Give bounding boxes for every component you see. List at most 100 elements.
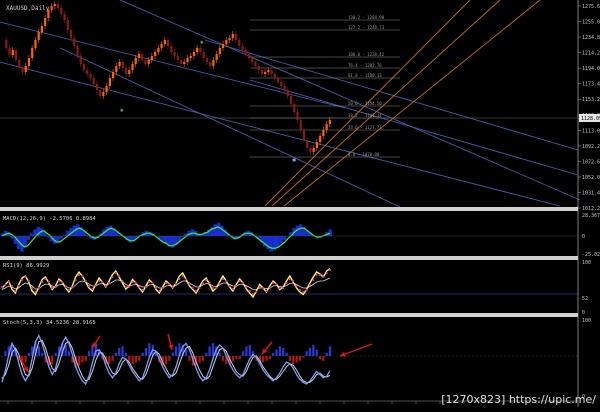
rsi-dot <box>245 285 248 289</box>
rsi-dot <box>151 281 154 285</box>
fib-level-label: 38.2 - 1141.14 <box>348 113 382 118</box>
rsi-dot <box>302 290 305 294</box>
rsi-dot <box>282 286 285 290</box>
rsi-dot <box>171 285 174 289</box>
price-tick-label: 1092.24 <box>582 144 600 150</box>
rsi-dot <box>161 286 164 290</box>
candle-body <box>66 20 69 30</box>
rsi-dot <box>87 284 91 288</box>
rsi-dot <box>285 281 288 285</box>
candle-body <box>273 74 276 78</box>
candle-body <box>196 48 199 52</box>
candle-body <box>89 74 92 78</box>
stoch-bar <box>54 352 57 356</box>
stoch-bar <box>141 352 144 356</box>
swing-marker: ✱ <box>199 39 204 46</box>
rsi-dot <box>188 282 191 286</box>
macd-tick-label: 28.367 <box>582 213 600 219</box>
stoch-bar <box>81 356 84 363</box>
candle-body <box>215 54 218 60</box>
stoch-bar <box>268 356 271 360</box>
candle-body <box>73 38 76 46</box>
candle-body <box>244 50 247 54</box>
candle-body <box>5 40 8 48</box>
stoch-bar <box>24 356 27 363</box>
separator-rsi-stoch[interactable] <box>0 313 578 317</box>
rsi-dot <box>201 281 204 285</box>
price-tick-label: 1214.24 <box>582 51 600 57</box>
rsi-dot <box>178 277 181 281</box>
rsi-dot <box>312 278 315 282</box>
candle-body <box>44 18 47 26</box>
candle-body <box>238 40 241 46</box>
rsi-dot <box>111 275 114 279</box>
stoch-bar <box>37 346 41 356</box>
fib-level-label: 61.8 - 1180.13 <box>348 73 382 78</box>
candle-body <box>293 104 296 112</box>
rsi-dot <box>118 274 121 278</box>
stoch-bar <box>201 356 205 361</box>
candle-body <box>176 56 179 60</box>
macd-label: MACD(12,26,9) -2.5706 0.8984 <box>3 216 96 222</box>
rsi-dot <box>225 279 228 283</box>
candle-body <box>251 58 254 62</box>
stoch-bar <box>235 356 238 360</box>
fib-level-label: 0.0 - 1078.00 <box>348 152 380 157</box>
rsi-dot <box>235 284 238 288</box>
watermark-text: [1270x823] https://upic.me/ <box>441 393 596 406</box>
rsi-dot <box>31 286 34 290</box>
symbol-title: XAUUSD,Daily <box>6 5 50 12</box>
candle-body <box>231 34 234 38</box>
macd-bar <box>328 229 332 236</box>
separator-macd-rsi[interactable] <box>0 256 578 260</box>
candle-body <box>325 124 328 130</box>
candle-body <box>86 70 89 74</box>
candle-body <box>173 52 176 56</box>
chart-background <box>0 0 600 408</box>
candle-body <box>328 120 331 124</box>
chart-canvas[interactable]: XAUUSD,Daily 138.2 - 1284.98 127.2 - 1248… <box>0 0 600 408</box>
rsi-dot <box>47 280 50 284</box>
candle-body <box>157 48 160 52</box>
price-tick-label: 1031.44 <box>582 190 600 196</box>
stoch-bar <box>318 356 322 360</box>
candle-body <box>102 92 105 96</box>
candle-body <box>312 148 315 152</box>
stoch-bar <box>288 356 292 361</box>
candle-body <box>154 52 157 56</box>
stoch-bar <box>108 356 111 364</box>
rsi-dot <box>238 279 241 283</box>
rsi-dot <box>258 285 261 289</box>
separator-main-macd[interactable] <box>0 207 578 211</box>
candle-body <box>234 34 238 40</box>
candle-body <box>225 40 228 44</box>
candle-body <box>31 48 34 58</box>
rsi-dot <box>91 287 94 291</box>
rsi-dot <box>121 279 124 283</box>
stoch-bar <box>302 356 305 358</box>
rsi-dot <box>191 286 194 290</box>
stoch-bar <box>305 351 308 356</box>
candle-body <box>69 30 73 38</box>
candle-body <box>277 78 280 82</box>
stoch-tick-label: 100 <box>582 318 591 324</box>
stoch-bar <box>175 346 178 356</box>
stoch-bar <box>4 351 7 356</box>
stoch-bar <box>238 356 241 360</box>
candle-body <box>186 58 189 62</box>
macd-bar <box>269 236 273 252</box>
macd-bar <box>108 225 113 236</box>
macd-bar <box>26 236 31 240</box>
rsi-dot <box>248 289 251 293</box>
candle-body <box>254 62 257 66</box>
stoch-bar <box>245 346 248 356</box>
macd-bar <box>279 236 283 244</box>
rsi-dot <box>231 287 235 291</box>
candle-body <box>299 120 302 130</box>
candle-body <box>8 48 11 55</box>
macd-bar <box>23 236 27 247</box>
stoch-bar <box>295 356 298 363</box>
stoch-bar <box>1 356 4 357</box>
rsi-dot <box>81 274 84 278</box>
candle-body <box>209 62 212 66</box>
